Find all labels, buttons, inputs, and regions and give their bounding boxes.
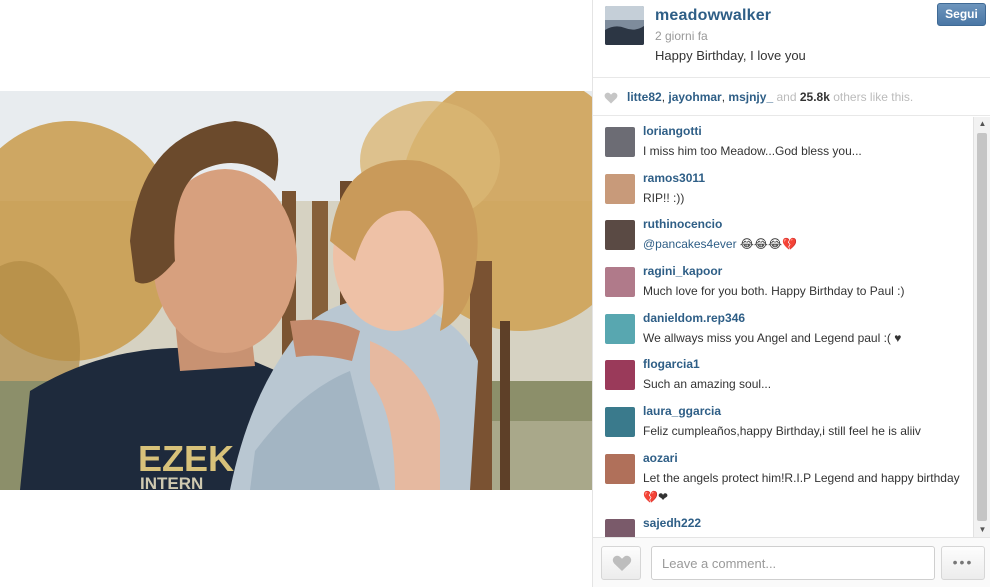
scroll-up-arrow-icon[interactable]: ▲ <box>974 117 990 131</box>
commenter-avatar[interactable] <box>605 454 635 484</box>
comment-emoji-text: 😂😂😂💔 <box>736 237 797 251</box>
comment-item: loriangotti I miss him too Meadow...God … <box>593 122 973 166</box>
comment-item: aozari Let the angels protect him!R.I.P … <box>593 449 973 511</box>
likes-and: and <box>776 90 797 104</box>
commenter-avatar[interactable] <box>605 220 635 250</box>
like-count[interactable]: 25.8k <box>800 90 830 104</box>
post-sidebar: meadowwalker 2 giorni fa Happy Birthday,… <box>592 0 990 587</box>
photo-pane: EZEK INTERN <box>0 0 592 587</box>
comment-item: laura_ggarcia Feliz cumpleaños,happy Bir… <box>593 402 973 446</box>
scroll-down-arrow-icon[interactable]: ▼ <box>974 523 990 537</box>
comment-item: sajedh222 <box>593 514 973 537</box>
comment-item: ramos3011 RIP!! :)) <box>593 169 973 213</box>
comment-text: @pancakes4ever 😂😂😂💔 <box>643 235 965 254</box>
commenter-avatar[interactable] <box>605 267 635 297</box>
likes-suffix: others like this. <box>833 90 914 104</box>
liker-separator: , <box>721 90 726 104</box>
commenter-avatar[interactable] <box>605 314 635 344</box>
more-options-button[interactable]: ••• <box>941 546 985 580</box>
post-timestamp[interactable]: 2 giorni fa <box>655 29 708 43</box>
comment-item: ragini_kapoor Much love for you both. Ha… <box>593 262 973 306</box>
comment-text: RIP!! :)) <box>643 191 685 205</box>
commenter-avatar[interactable] <box>605 127 635 157</box>
owner-username[interactable]: meadowwalker <box>655 7 771 25</box>
post-caption: Happy Birthday, I love you <box>655 48 806 63</box>
owner-avatar[interactable] <box>605 6 644 45</box>
commenter-avatar[interactable] <box>605 360 635 390</box>
comment-scrollbar[interactable]: ▲ ▼ <box>973 117 990 537</box>
comment-mention[interactable]: @pancakes4ever <box>643 237 737 251</box>
commenter-avatar[interactable] <box>605 174 635 204</box>
commenter-username[interactable]: ramos3011 <box>643 171 705 185</box>
commenter-username[interactable]: laura_ggarcia <box>643 404 721 418</box>
comment-text: Much love for you both. Happy Birthday t… <box>643 284 905 298</box>
commenter-username[interactable]: flogarcia1 <box>643 357 700 371</box>
comment-text: I miss him too Meadow...God bless you... <box>643 144 862 158</box>
liker-link[interactable]: litte82 <box>627 90 662 104</box>
commenter-avatar[interactable] <box>605 407 635 437</box>
likes-summary: litte82, jayohmar, msjnjy_ and 25.8k oth… <box>627 90 913 104</box>
shirt-text: EZEK <box>138 438 234 479</box>
comment-text: We allways miss you Angel and Legend pau… <box>643 331 902 345</box>
comment-item: danieldom.rep346 We allways miss you Ang… <box>593 309 973 353</box>
commenter-username[interactable]: danieldom.rep346 <box>643 311 745 325</box>
post-photo[interactable]: EZEK INTERN <box>0 91 592 490</box>
post-header: meadowwalker 2 giorni fa Happy Birthday,… <box>593 0 990 78</box>
commenter-username[interactable]: ragini_kapoor <box>643 264 722 278</box>
like-button[interactable] <box>601 546 641 580</box>
photo-illustration: EZEK INTERN <box>0 91 592 490</box>
commenter-username[interactable]: ruthinocencio <box>643 217 722 231</box>
liker-separator: , <box>661 90 666 104</box>
comment-item: ruthinocencio @pancakes4ever 😂😂😂💔 <box>593 215 973 259</box>
comment-list[interactable]: loriangotti I miss him too Meadow...God … <box>593 117 973 537</box>
commenter-avatar[interactable] <box>605 519 635 537</box>
scroll-thumb[interactable] <box>977 133 987 521</box>
owner-avatar-image <box>605 6 644 45</box>
comment-text: Feliz cumpleaños,happy Birthday,i still … <box>643 424 921 438</box>
comment-text: Such an amazing soul... <box>643 377 772 391</box>
shirt-text-2: INTERN <box>140 474 203 490</box>
likes-bar: litte82, jayohmar, msjnjy_ and 25.8k oth… <box>593 79 990 116</box>
commenter-username[interactable]: sajedh222 <box>643 516 701 530</box>
comment-bar: ••• <box>593 537 990 587</box>
follow-button[interactable]: Segui <box>937 3 986 26</box>
commenter-username[interactable]: loriangotti <box>643 124 702 138</box>
comment-item: flogarcia1 Such an amazing soul... <box>593 355 973 399</box>
liker-link[interactable]: jayohmar <box>668 90 721 104</box>
heart-icon <box>604 92 618 104</box>
commenter-username[interactable]: aozari <box>643 451 678 465</box>
heart-icon <box>612 555 632 571</box>
comment-text: Let the angels protect him!R.I.P Legend … <box>643 471 960 504</box>
liker-link[interactable]: msjnjy_ <box>728 90 773 104</box>
comment-input[interactable] <box>651 546 935 580</box>
